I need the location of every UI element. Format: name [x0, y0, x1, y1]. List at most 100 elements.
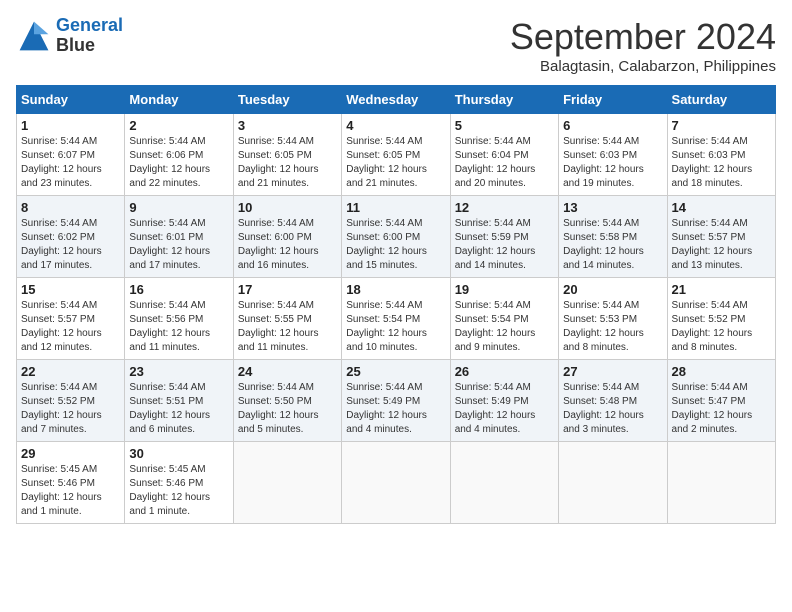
day-number: 17 — [238, 282, 337, 297]
day-number: 14 — [672, 200, 771, 215]
calendar-cell — [233, 442, 341, 524]
calendar-cell — [559, 442, 667, 524]
calendar-cell: 3 Sunrise: 5:44 AM Sunset: 6:05 PM Dayli… — [233, 114, 341, 196]
day-info: Sunrise: 5:44 AM Sunset: 5:54 PM Dayligh… — [455, 299, 554, 355]
day-info: Sunrise: 5:44 AM Sunset: 5:55 PM Dayligh… — [238, 299, 337, 355]
day-info: Sunrise: 5:44 AM Sunset: 6:06 PM Dayligh… — [129, 135, 228, 191]
day-number: 30 — [129, 446, 228, 461]
day-info: Sunrise: 5:44 AM Sunset: 5:48 PM Dayligh… — [563, 381, 662, 437]
calendar-cell: 28 Sunrise: 5:44 AM Sunset: 5:47 PM Dayl… — [667, 360, 775, 442]
calendar-cell: 21 Sunrise: 5:44 AM Sunset: 5:52 PM Dayl… — [667, 278, 775, 360]
calendar-row: 8 Sunrise: 5:44 AM Sunset: 6:02 PM Dayli… — [17, 196, 776, 278]
header-monday: Monday — [125, 86, 233, 114]
month-title: September 2024 — [510, 16, 776, 58]
calendar-row: 22 Sunrise: 5:44 AM Sunset: 5:52 PM Dayl… — [17, 360, 776, 442]
day-info: Sunrise: 5:45 AM Sunset: 5:46 PM Dayligh… — [129, 463, 228, 519]
title-block: September 2024 Balagtasin, Calabarzon, P… — [510, 16, 776, 75]
day-number: 25 — [346, 364, 445, 379]
day-info: Sunrise: 5:44 AM Sunset: 5:51 PM Dayligh… — [129, 381, 228, 437]
day-number: 4 — [346, 118, 445, 133]
day-number: 18 — [346, 282, 445, 297]
calendar-row: 15 Sunrise: 5:44 AM Sunset: 5:57 PM Dayl… — [17, 278, 776, 360]
calendar-cell: 8 Sunrise: 5:44 AM Sunset: 6:02 PM Dayli… — [17, 196, 125, 278]
calendar-cell: 22 Sunrise: 5:44 AM Sunset: 5:52 PM Dayl… — [17, 360, 125, 442]
calendar-cell: 4 Sunrise: 5:44 AM Sunset: 6:05 PM Dayli… — [342, 114, 450, 196]
day-number: 24 — [238, 364, 337, 379]
day-info: Sunrise: 5:44 AM Sunset: 5:49 PM Dayligh… — [455, 381, 554, 437]
day-info: Sunrise: 5:44 AM Sunset: 5:58 PM Dayligh… — [563, 217, 662, 273]
calendar-cell: 18 Sunrise: 5:44 AM Sunset: 5:54 PM Dayl… — [342, 278, 450, 360]
calendar-cell — [342, 442, 450, 524]
calendar-cell: 10 Sunrise: 5:44 AM Sunset: 6:00 PM Dayl… — [233, 196, 341, 278]
day-number: 27 — [563, 364, 662, 379]
header-sunday: Sunday — [17, 86, 125, 114]
day-info: Sunrise: 5:44 AM Sunset: 6:03 PM Dayligh… — [563, 135, 662, 191]
logo-icon — [16, 18, 52, 54]
day-number: 7 — [672, 118, 771, 133]
day-number: 16 — [129, 282, 228, 297]
location-subtitle: Balagtasin, Calabarzon, Philippines — [510, 58, 776, 75]
day-info: Sunrise: 5:44 AM Sunset: 5:50 PM Dayligh… — [238, 381, 337, 437]
day-info: Sunrise: 5:44 AM Sunset: 5:57 PM Dayligh… — [21, 299, 120, 355]
day-info: Sunrise: 5:44 AM Sunset: 5:52 PM Dayligh… — [672, 299, 771, 355]
calendar-cell: 20 Sunrise: 5:44 AM Sunset: 5:53 PM Dayl… — [559, 278, 667, 360]
header-tuesday: Tuesday — [233, 86, 341, 114]
day-info: Sunrise: 5:44 AM Sunset: 5:59 PM Dayligh… — [455, 217, 554, 273]
header-wednesday: Wednesday — [342, 86, 450, 114]
calendar-row: 1 Sunrise: 5:44 AM Sunset: 6:07 PM Dayli… — [17, 114, 776, 196]
day-number: 5 — [455, 118, 554, 133]
calendar-cell: 29 Sunrise: 5:45 AM Sunset: 5:46 PM Dayl… — [17, 442, 125, 524]
day-info: Sunrise: 5:44 AM Sunset: 6:03 PM Dayligh… — [672, 135, 771, 191]
calendar-row: 29 Sunrise: 5:45 AM Sunset: 5:46 PM Dayl… — [17, 442, 776, 524]
weekday-header-row: Sunday Monday Tuesday Wednesday Thursday… — [17, 86, 776, 114]
calendar-cell: 6 Sunrise: 5:44 AM Sunset: 6:03 PM Dayli… — [559, 114, 667, 196]
day-number: 15 — [21, 282, 120, 297]
day-info: Sunrise: 5:44 AM Sunset: 5:56 PM Dayligh… — [129, 299, 228, 355]
calendar-cell: 25 Sunrise: 5:44 AM Sunset: 5:49 PM Dayl… — [342, 360, 450, 442]
day-info: Sunrise: 5:44 AM Sunset: 5:52 PM Dayligh… — [21, 381, 120, 437]
day-info: Sunrise: 5:44 AM Sunset: 5:49 PM Dayligh… — [346, 381, 445, 437]
day-number: 1 — [21, 118, 120, 133]
day-number: 12 — [455, 200, 554, 215]
calendar-cell — [667, 442, 775, 524]
calendar-cell: 15 Sunrise: 5:44 AM Sunset: 5:57 PM Dayl… — [17, 278, 125, 360]
calendar-cell: 14 Sunrise: 5:44 AM Sunset: 5:57 PM Dayl… — [667, 196, 775, 278]
day-info: Sunrise: 5:44 AM Sunset: 6:07 PM Dayligh… — [21, 135, 120, 191]
logo: General Blue — [16, 16, 123, 56]
day-info: Sunrise: 5:44 AM Sunset: 5:53 PM Dayligh… — [563, 299, 662, 355]
calendar-cell: 30 Sunrise: 5:45 AM Sunset: 5:46 PM Dayl… — [125, 442, 233, 524]
day-info: Sunrise: 5:44 AM Sunset: 6:02 PM Dayligh… — [21, 217, 120, 273]
day-info: Sunrise: 5:44 AM Sunset: 5:47 PM Dayligh… — [672, 381, 771, 437]
day-number: 19 — [455, 282, 554, 297]
day-number: 29 — [21, 446, 120, 461]
calendar-cell: 16 Sunrise: 5:44 AM Sunset: 5:56 PM Dayl… — [125, 278, 233, 360]
day-number: 22 — [21, 364, 120, 379]
day-number: 13 — [563, 200, 662, 215]
day-number: 2 — [129, 118, 228, 133]
calendar-cell: 26 Sunrise: 5:44 AM Sunset: 5:49 PM Dayl… — [450, 360, 558, 442]
day-number: 11 — [346, 200, 445, 215]
logo-text: General Blue — [56, 16, 123, 56]
calendar-cell: 1 Sunrise: 5:44 AM Sunset: 6:07 PM Dayli… — [17, 114, 125, 196]
day-number: 6 — [563, 118, 662, 133]
day-number: 20 — [563, 282, 662, 297]
day-info: Sunrise: 5:44 AM Sunset: 6:01 PM Dayligh… — [129, 217, 228, 273]
day-info: Sunrise: 5:44 AM Sunset: 6:00 PM Dayligh… — [346, 217, 445, 273]
day-number: 10 — [238, 200, 337, 215]
calendar-cell: 17 Sunrise: 5:44 AM Sunset: 5:55 PM Dayl… — [233, 278, 341, 360]
calendar-cell: 13 Sunrise: 5:44 AM Sunset: 5:58 PM Dayl… — [559, 196, 667, 278]
calendar-cell: 27 Sunrise: 5:44 AM Sunset: 5:48 PM Dayl… — [559, 360, 667, 442]
day-number: 26 — [455, 364, 554, 379]
day-info: Sunrise: 5:45 AM Sunset: 5:46 PM Dayligh… — [21, 463, 120, 519]
calendar-cell: 23 Sunrise: 5:44 AM Sunset: 5:51 PM Dayl… — [125, 360, 233, 442]
day-info: Sunrise: 5:44 AM Sunset: 5:57 PM Dayligh… — [672, 217, 771, 273]
calendar-cell: 2 Sunrise: 5:44 AM Sunset: 6:06 PM Dayli… — [125, 114, 233, 196]
calendar-table: Sunday Monday Tuesday Wednesday Thursday… — [16, 85, 776, 524]
day-number: 3 — [238, 118, 337, 133]
header-thursday: Thursday — [450, 86, 558, 114]
day-info: Sunrise: 5:44 AM Sunset: 6:00 PM Dayligh… — [238, 217, 337, 273]
day-number: 8 — [21, 200, 120, 215]
calendar-cell: 24 Sunrise: 5:44 AM Sunset: 5:50 PM Dayl… — [233, 360, 341, 442]
day-info: Sunrise: 5:44 AM Sunset: 6:04 PM Dayligh… — [455, 135, 554, 191]
page-header: General Blue September 2024 Balagtasin, … — [16, 16, 776, 75]
